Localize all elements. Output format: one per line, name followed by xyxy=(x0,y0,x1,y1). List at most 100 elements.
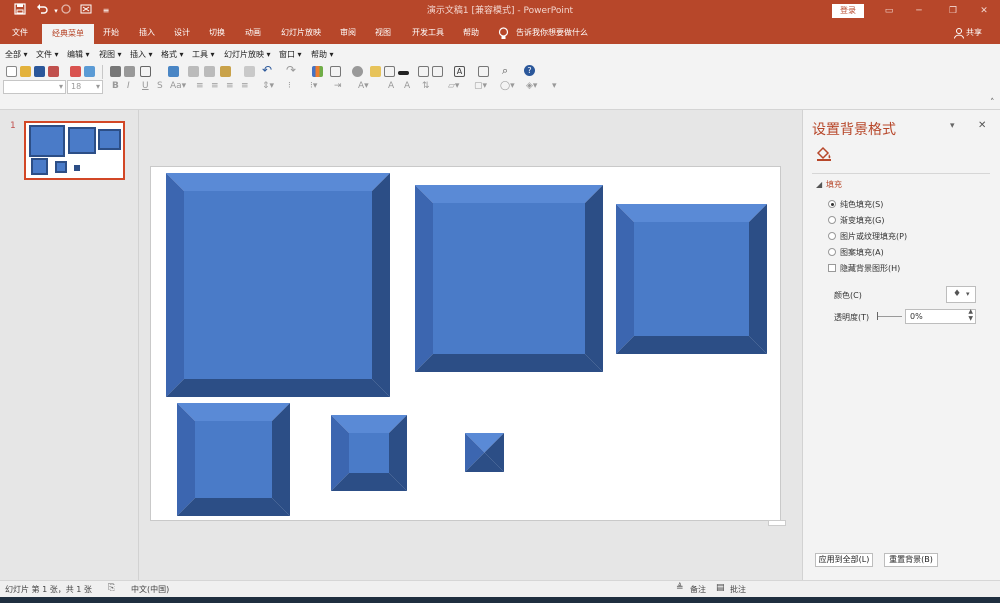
print-icon[interactable] xyxy=(110,66,121,77)
shadow-icon[interactable]: S xyxy=(157,81,163,91)
slide-thumbnail[interactable] xyxy=(24,121,125,180)
tell-me-search[interactable]: 告诉我你想要做什么 xyxy=(516,22,588,44)
new-file-icon[interactable] xyxy=(6,66,17,77)
picture-fill-label[interactable]: 图片或纹理填充(P) xyxy=(840,231,907,242)
copy-icon[interactable] xyxy=(204,66,215,77)
slide-canvas[interactable] xyxy=(150,166,781,521)
reset-background-button[interactable]: 重置背景(B) xyxy=(884,553,938,567)
hide-graphics-checkbox[interactable] xyxy=(828,264,836,272)
link-icon[interactable] xyxy=(352,66,363,77)
gradient-fill-label[interactable]: 渐变填充(G) xyxy=(840,215,884,226)
tab-home[interactable]: 开始 xyxy=(96,22,126,44)
permission-icon[interactable] xyxy=(84,66,95,77)
collapse-triangle-icon[interactable]: ◢ xyxy=(816,180,822,189)
solid-fill-label[interactable]: 纯色填充(S) xyxy=(840,199,883,210)
tab-classic-menu[interactable]: 经典菜单 xyxy=(42,24,94,44)
shape-effects-icon[interactable]: ◯▾ xyxy=(500,81,515,91)
bevel-shape[interactable] xyxy=(166,173,390,397)
font-size-field[interactable]: 18 ▾ xyxy=(67,80,103,94)
more-options-icon[interactable]: ▾ xyxy=(552,81,557,91)
bullets-icon[interactable]: ⁝ xyxy=(288,81,291,91)
restore-icon[interactable]: ❐ xyxy=(944,3,962,19)
shapes-icon[interactable] xyxy=(384,66,395,77)
bevel-shape[interactable] xyxy=(616,204,767,354)
collapse-ribbon-icon[interactable]: ˄ xyxy=(990,98,995,108)
apply-to-all-button[interactable]: 应用到全部(L) xyxy=(815,553,873,567)
bevel-shape[interactable] xyxy=(177,403,290,516)
align-right-icon[interactable]: ≡ xyxy=(226,81,234,91)
change-case-icon[interactable]: Aa▾ xyxy=(170,81,186,91)
tab-transitions[interactable]: 切换 xyxy=(202,22,232,44)
save-icon[interactable] xyxy=(34,66,45,77)
tab-slideshow[interactable]: 幻灯片放映 xyxy=(276,22,326,44)
cut-icon[interactable] xyxy=(188,66,199,77)
print-preview-icon[interactable] xyxy=(70,66,81,77)
pattern-fill-radio[interactable] xyxy=(828,248,836,256)
justify-icon[interactable]: ≡ xyxy=(241,81,249,91)
tab-insert[interactable]: 插入 xyxy=(132,22,162,44)
redo-icon[interactable] xyxy=(58,3,74,19)
transparency-input[interactable]: 0% ▲ ▼ xyxy=(905,308,976,324)
table-icon[interactable] xyxy=(330,66,341,77)
tab-developer[interactable]: 开发工具 xyxy=(405,22,451,44)
paste-icon[interactable] xyxy=(220,66,231,77)
save-as-icon[interactable] xyxy=(48,66,59,77)
pattern-fill-label[interactable]: 图案填充(A) xyxy=(840,247,884,258)
line-color-icon[interactable] xyxy=(398,71,409,75)
share-button[interactable]: 共享 xyxy=(966,22,982,44)
language-status[interactable]: 中文(中国) xyxy=(131,584,169,595)
bevel-shape[interactable] xyxy=(465,433,504,472)
tab-design[interactable]: 设计 xyxy=(167,22,197,44)
spelling-icon[interactable] xyxy=(168,66,179,77)
gradient-fill-radio[interactable] xyxy=(828,216,836,224)
repeat-icon[interactable] xyxy=(78,3,94,19)
bevel-shape[interactable] xyxy=(415,185,603,372)
solid-fill-radio[interactable] xyxy=(828,200,836,208)
help-icon[interactable]: ? xyxy=(524,65,535,76)
underline-icon[interactable]: U xyxy=(142,81,149,91)
shrink-font-icon[interactable]: A xyxy=(404,81,410,91)
notes-button[interactable]: 备注 xyxy=(690,584,706,595)
tab-file[interactable]: 文件 xyxy=(4,22,36,44)
ribbon-display-icon[interactable]: ▭ xyxy=(880,3,898,19)
open-folder-icon[interactable] xyxy=(20,66,31,77)
menu-insert[interactable]: 插入 ▾ xyxy=(130,49,153,60)
comments-button[interactable]: 批注 xyxy=(730,584,746,595)
menu-help[interactable]: 帮助 ▾ xyxy=(311,49,334,60)
numbering-icon[interactable]: ⁝▾ xyxy=(310,81,317,91)
tab-view[interactable]: 视图 xyxy=(368,22,398,44)
text-direction-icon[interactable]: ⇅ xyxy=(422,81,430,91)
chart-icon[interactable] xyxy=(312,66,323,77)
font-name-field[interactable]: ▾ xyxy=(3,80,66,94)
font-color-icon[interactable]: A▾ xyxy=(358,81,369,91)
picture-fill-radio[interactable] xyxy=(828,232,836,240)
tab-help[interactable]: 帮助 xyxy=(456,22,486,44)
textbox-icon[interactable]: A xyxy=(454,66,465,77)
menu-view[interactable]: 视图 ▾ xyxy=(99,49,122,60)
quick-styles-icon[interactable]: ◈▾ xyxy=(526,81,537,91)
tab-review[interactable]: 审阅 xyxy=(333,22,363,44)
menu-all[interactable]: 全部 ▾ xyxy=(5,49,28,60)
proofing-icon[interactable]: ⎘ xyxy=(108,583,115,593)
close-icon[interactable]: ✕ xyxy=(978,120,986,131)
customize-icon[interactable]: ≡ xyxy=(98,3,114,19)
redo-icon[interactable]: ↷ xyxy=(286,63,296,77)
grow-font-icon[interactable]: A xyxy=(388,81,394,91)
indent-icon[interactable]: ⇥ xyxy=(334,81,342,91)
hide-graphics-label[interactable]: 隐藏背景图形(H) xyxy=(840,263,900,274)
save-icon[interactable] xyxy=(12,3,28,19)
picture-icon[interactable] xyxy=(370,66,381,77)
menu-edit[interactable]: 编辑 ▾ xyxy=(67,49,90,60)
undo-icon[interactable]: ↶ xyxy=(262,63,272,77)
close-icon[interactable]: ✕ xyxy=(975,3,993,19)
fill-section-header[interactable]: 填充 xyxy=(826,179,842,190)
login-button[interactable]: 登录 xyxy=(832,4,864,18)
layout-icon[interactable] xyxy=(418,66,429,77)
search-icon[interactable] xyxy=(124,66,135,77)
menu-file[interactable]: 文件 ▾ xyxy=(36,49,59,60)
italic-icon[interactable]: I xyxy=(127,81,130,91)
paint-bucket-icon[interactable] xyxy=(815,145,833,164)
pane-options-icon[interactable]: ▾ xyxy=(950,121,955,131)
bevel-shape[interactable] xyxy=(331,415,407,491)
bold-icon[interactable]: B xyxy=(112,81,119,91)
